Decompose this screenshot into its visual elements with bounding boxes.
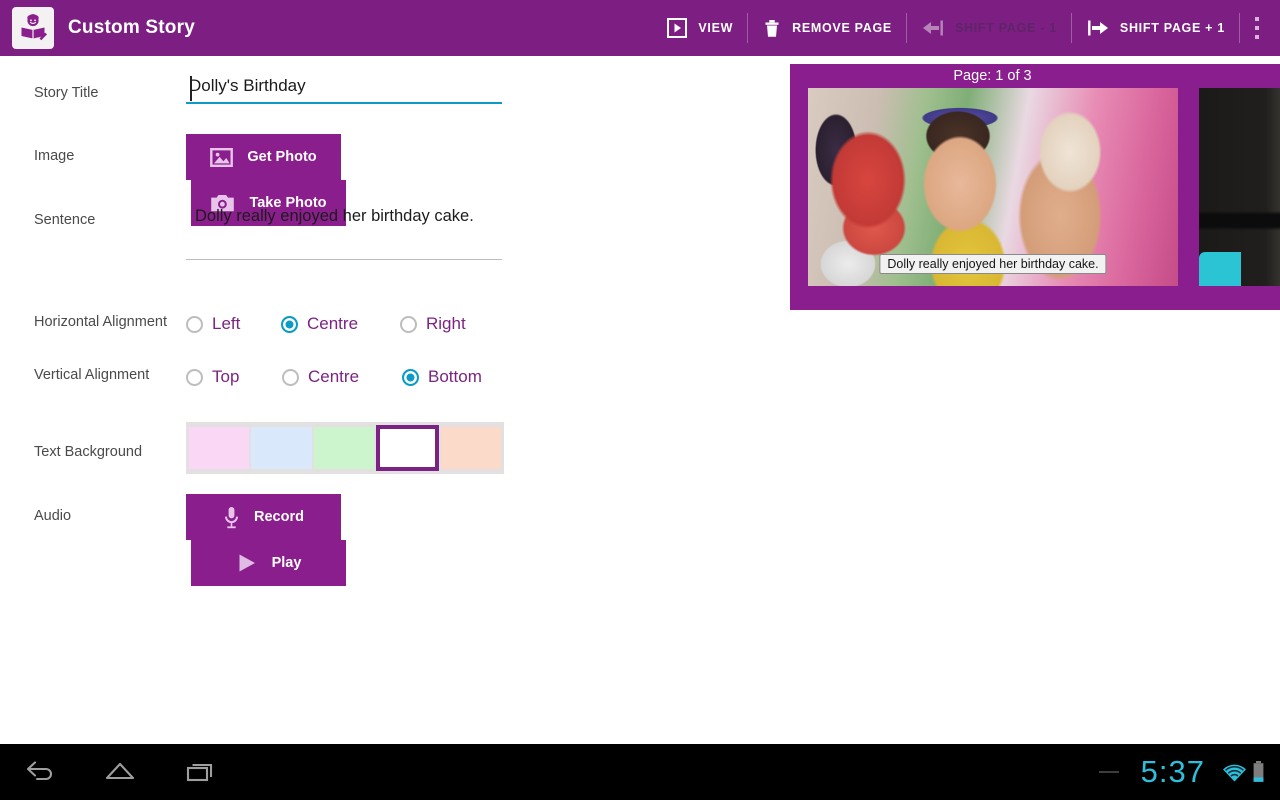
- get-photo-label: Get Photo: [247, 149, 317, 165]
- page-caption-1: Dolly really enjoyed her birthday cake.: [879, 254, 1107, 274]
- play-box-icon: [666, 17, 688, 39]
- status-dash-icon: [1098, 771, 1119, 773]
- app-bar: Custom Story VIEW REMOVE PAGE SHIFT PAGE…: [0, 0, 1280, 56]
- story-title-row: Story Title: [0, 74, 560, 104]
- system-status-area: 5:37: [1098, 754, 1280, 790]
- wifi-icon: [1221, 762, 1248, 783]
- vertical-alignment-label: Vertical Alignment: [34, 367, 150, 383]
- play-label: Play: [271, 555, 302, 571]
- swatch-pink[interactable]: [189, 427, 250, 469]
- vertical-alignment-radios: Top Centre Bottom: [186, 367, 504, 387]
- text-background-swatches: [186, 422, 504, 474]
- radio-halign-centre[interactable]: Centre: [281, 314, 400, 334]
- story-title-input[interactable]: [186, 74, 502, 104]
- back-arrow-icon[interactable]: [0, 744, 80, 800]
- sentence-label: Sentence: [34, 212, 96, 228]
- overflow-dot: [1254, 25, 1260, 31]
- play-button[interactable]: Play: [191, 540, 346, 586]
- arrow-left-bar-icon: [921, 18, 945, 38]
- radio-valign-bottom[interactable]: Bottom: [402, 367, 482, 387]
- overflow-dot: [1254, 16, 1260, 22]
- radio-dot: [282, 368, 299, 386]
- view-button-label: VIEW: [698, 21, 734, 35]
- radio-halign-right[interactable]: Right: [400, 314, 466, 334]
- image-label: Image: [34, 148, 75, 164]
- trash-icon: [762, 17, 782, 39]
- radio-halign-left-label: Left: [212, 314, 241, 333]
- horizontal-alignment-radios: Left Centre Right: [186, 314, 504, 334]
- story-title-label: Story Title: [34, 85, 99, 101]
- app-title: Custom Story: [68, 17, 195, 38]
- text-cursor: [190, 76, 192, 101]
- audio-row: Audio Record Play: [0, 494, 560, 586]
- app-logo: [12, 7, 54, 49]
- radio-valign-top[interactable]: Top: [186, 367, 282, 387]
- text-background-label: Text Background: [34, 444, 143, 460]
- page-thumbnail-2[interactable]: [1199, 88, 1280, 286]
- remove-page-button[interactable]: REMOVE PAGE: [748, 0, 906, 56]
- swatch-peach[interactable]: [440, 427, 502, 469]
- radio-dot: [186, 315, 203, 333]
- text-background-row: Text Background: [0, 422, 560, 474]
- audio-label: Audio: [34, 508, 72, 524]
- remove-page-label: REMOVE PAGE: [792, 21, 892, 35]
- sentence-input[interactable]: Dolly really enjoyed her birthday cake.: [186, 198, 502, 260]
- radio-halign-right-label: Right: [426, 314, 466, 333]
- radio-dot: [186, 368, 203, 386]
- sentence-field: Dolly really enjoyed her birthday cake.: [186, 198, 504, 260]
- more-vertical-icon[interactable]: [1240, 0, 1274, 56]
- system-navigation-bar: 5:37: [0, 744, 1280, 800]
- record-label: Record: [254, 509, 304, 525]
- page-preview-panel: Page: 1 of 3 Dolly really enjoyed her bi…: [790, 64, 1280, 310]
- overflow-dot: [1254, 34, 1260, 40]
- shift-page-plus-button[interactable]: SHIFT PAGE + 1: [1072, 0, 1239, 56]
- shift-page-minus-button[interactable]: SHIFT PAGE - 1: [907, 0, 1071, 56]
- arrow-right-bar-icon: [1086, 18, 1110, 38]
- play-triangle-icon: [236, 552, 258, 574]
- radio-valign-top-label: Top: [212, 367, 240, 386]
- story-title-field: [186, 74, 504, 104]
- shift-page-plus-label: SHIFT PAGE + 1: [1119, 21, 1225, 35]
- page-thumbnails: Dolly really enjoyed her birthday cake.: [808, 88, 1280, 286]
- shift-page-minus-label: SHIFT PAGE - 1: [954, 21, 1057, 35]
- swatch-green[interactable]: [313, 427, 375, 469]
- sentence-row: Sentence Dolly really enjoyed her birthd…: [0, 198, 560, 260]
- horizontal-alignment-label: Horizontal Alignment: [34, 314, 167, 330]
- page-thumbnail-1[interactable]: Dolly really enjoyed her birthday cake.: [808, 88, 1178, 286]
- radio-halign-centre-label: Centre: [307, 314, 359, 333]
- page-indicator: Page: 1 of 3: [953, 68, 1032, 84]
- radio-dot: [402, 368, 419, 386]
- picture-icon: [210, 147, 234, 168]
- home-icon[interactable]: [80, 744, 160, 800]
- system-clock: 5:37: [1140, 754, 1205, 789]
- radio-dot: [400, 315, 417, 333]
- battery-icon: [1251, 760, 1266, 784]
- radio-dot: [281, 315, 298, 333]
- microphone-icon: [223, 506, 240, 529]
- get-photo-button[interactable]: Get Photo: [186, 134, 341, 180]
- horizontal-alignment-row: Horizontal Alignment Left Centre Right: [0, 314, 560, 334]
- swatch-white[interactable]: [376, 425, 439, 471]
- radio-valign-centre[interactable]: Centre: [282, 367, 402, 387]
- story-form: Story Title Image Get Photo: [0, 56, 560, 744]
- text-background-field: [186, 422, 504, 474]
- recents-icon[interactable]: [160, 744, 240, 800]
- swatch-blue[interactable]: [251, 427, 312, 469]
- page-photo-2: [1199, 88, 1280, 286]
- toolbar-actions: VIEW REMOVE PAGE SHIFT PAGE - 1 SHIFT PA…: [652, 0, 1280, 56]
- radio-valign-bottom-label: Bottom: [428, 367, 482, 386]
- view-button[interactable]: VIEW: [652, 0, 747, 56]
- reading-girl-icon: [18, 11, 48, 46]
- radio-halign-left[interactable]: Left: [186, 314, 281, 334]
- vertical-alignment-row: Vertical Alignment Top Centre Bottom: [0, 367, 560, 387]
- radio-valign-centre-label: Centre: [308, 367, 360, 386]
- record-button[interactable]: Record: [186, 494, 341, 540]
- audio-buttons: Record Play: [186, 494, 504, 586]
